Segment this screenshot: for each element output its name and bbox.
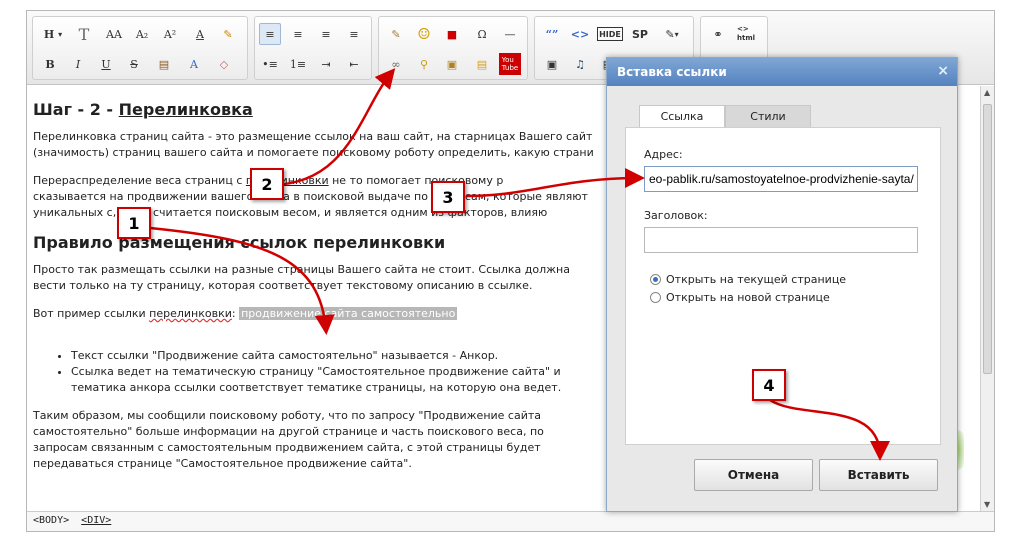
insert-link-dialog: Вставка ссылки × Ссылка Стили Адрес: eo-… (606, 57, 958, 512)
paste-word-icon[interactable]: A (183, 53, 205, 75)
link-icon[interactable]: ∞ (385, 53, 407, 75)
eraser-icon[interactable]: ◇ (213, 53, 235, 75)
clear-format-icon[interactable]: T (73, 23, 95, 45)
tab-link[interactable]: Ссылка (639, 105, 725, 127)
scroll-down-icon[interactable]: ▼ (984, 500, 990, 509)
toolbar-group-format: H ▾ T AA A₂ A² A ✎ B I U S ▤ A ◇ (32, 16, 248, 80)
scroll-up-icon[interactable]: ▲ (984, 88, 990, 97)
list-item: Ссылка ведет на тематическую страницу "С… (71, 364, 615, 396)
title-label: Заголовок: (644, 209, 708, 222)
selected-anchor-text[interactable]: продвижение сайта самостоятельно (239, 307, 458, 320)
tab-styles[interactable]: Стили (725, 105, 811, 127)
paragraph-5: Таким образом, мы сообщили поисковому ро… (33, 409, 544, 470)
toolbar-group-align: ≡ ≡ ≡ ≡ •≡ 1≡ ⇥ ⇤ (254, 16, 372, 80)
bold-icon[interactable]: B (39, 53, 61, 75)
text-color-icon[interactable]: A (189, 23, 211, 45)
toolbar-group-insert: ✎ ☺ ■ Ω — ∞ ⚲ ▣ ▤ You Tube (378, 16, 528, 80)
word-perelinkovki: перелинковки (149, 307, 232, 320)
insert-button[interactable]: Вставить (819, 459, 938, 491)
edit-source-icon[interactable]: ✎ (385, 23, 407, 45)
special-char-icon[interactable]: Ω (471, 23, 493, 45)
audio-icon[interactable]: ♫ (569, 53, 591, 75)
radio-new-label: Открыть на новой странице (666, 291, 830, 304)
step-badge-4: 4 (752, 369, 786, 401)
html-source-icon[interactable]: <> html (735, 23, 757, 45)
code-icon[interactable]: <> (569, 23, 591, 45)
step-badge-2: 2 (250, 168, 284, 200)
edit-dropdown[interactable]: ✎ ▾ (657, 23, 687, 45)
spoiler-icon[interactable]: SP (629, 23, 651, 45)
cancel-button[interactable]: Отмена (694, 459, 813, 491)
dialog-title-bar[interactable]: Вставка ссылки × (607, 58, 957, 86)
bullet-list-icon[interactable]: •≡ (259, 53, 281, 75)
list-item: Текст ссылки "Продвижение сайта самостоя… (71, 348, 615, 364)
paste-icon[interactable]: ▤ (153, 53, 175, 75)
paragraph-3: Просто так размещать ссылки на разные ст… (33, 263, 570, 292)
image-icon[interactable]: ▣ (441, 53, 463, 75)
numbered-list-icon[interactable]: 1≡ (287, 53, 309, 75)
scrollbar-thumb[interactable] (983, 104, 992, 374)
address-input[interactable]: eo-pablik.ru/samostoyatelnoe-prodvizheni… (644, 166, 918, 192)
bullet-list: Текст ссылки "Продвижение сайта самостоя… (55, 348, 615, 396)
horizontal-rule-icon[interactable]: — (499, 23, 521, 45)
heading-link[interactable]: Перелинковка (119, 100, 253, 119)
folder-icon[interactable]: ▤ (471, 53, 493, 75)
underline-icon[interactable]: U (95, 53, 117, 75)
indent-icon[interactable]: ⇥ (315, 53, 337, 75)
find-icon[interactable]: ⚭ (707, 23, 729, 45)
anchor-icon[interactable]: ⚲ (413, 53, 435, 75)
radio-new-page[interactable]: Открыть на новой странице (650, 291, 830, 304)
heading-dropdown[interactable]: H ▾ (39, 23, 67, 45)
align-right-icon[interactable]: ≡ (315, 23, 337, 45)
radio-current-label: Открыть на текущей странице (666, 273, 847, 286)
subscript-icon[interactable]: A₂ (131, 23, 153, 45)
hide-icon[interactable]: HIDE (597, 27, 623, 41)
step-badge-1: 1 (117, 207, 151, 239)
path-div[interactable]: <DIV> (81, 515, 111, 526)
radio-new-dot[interactable] (650, 292, 661, 303)
radio-current-page[interactable]: Открыть на текущей странице (650, 273, 846, 286)
address-label: Адрес: (644, 148, 683, 161)
flash-icon[interactable]: ■ (441, 23, 463, 45)
align-left-icon[interactable]: ≡ (259, 23, 281, 45)
title-input[interactable] (644, 227, 918, 253)
step-badge-3: 3 (431, 181, 465, 213)
align-center-icon[interactable]: ≡ (287, 23, 309, 45)
align-justify-icon[interactable]: ≡ (343, 23, 365, 45)
youtube-icon[interactable]: You Tube (499, 53, 521, 75)
dialog-title: Вставка ссылки (617, 65, 727, 79)
path-body[interactable]: <BODY> (33, 515, 69, 526)
close-icon[interactable]: × (937, 63, 949, 79)
vertical-scrollbar[interactable]: ▲ ▼ (980, 86, 994, 511)
italic-icon[interactable]: I (67, 53, 89, 75)
status-bar: <BODY> <DIV> (27, 511, 994, 531)
radio-current-dot[interactable] (650, 274, 661, 285)
video-icon[interactable]: ▣ (541, 53, 563, 75)
outdent-icon[interactable]: ⇤ (343, 53, 365, 75)
highlight-color-icon[interactable]: ✎ (217, 23, 239, 45)
quote-icon[interactable]: “” (541, 23, 563, 45)
smiley-icon[interactable]: ☺ (413, 23, 435, 45)
strikethrough-icon[interactable]: S (123, 53, 145, 75)
superscript-icon[interactable]: A² (159, 23, 181, 45)
font-size-icon[interactable]: AA (103, 23, 125, 45)
